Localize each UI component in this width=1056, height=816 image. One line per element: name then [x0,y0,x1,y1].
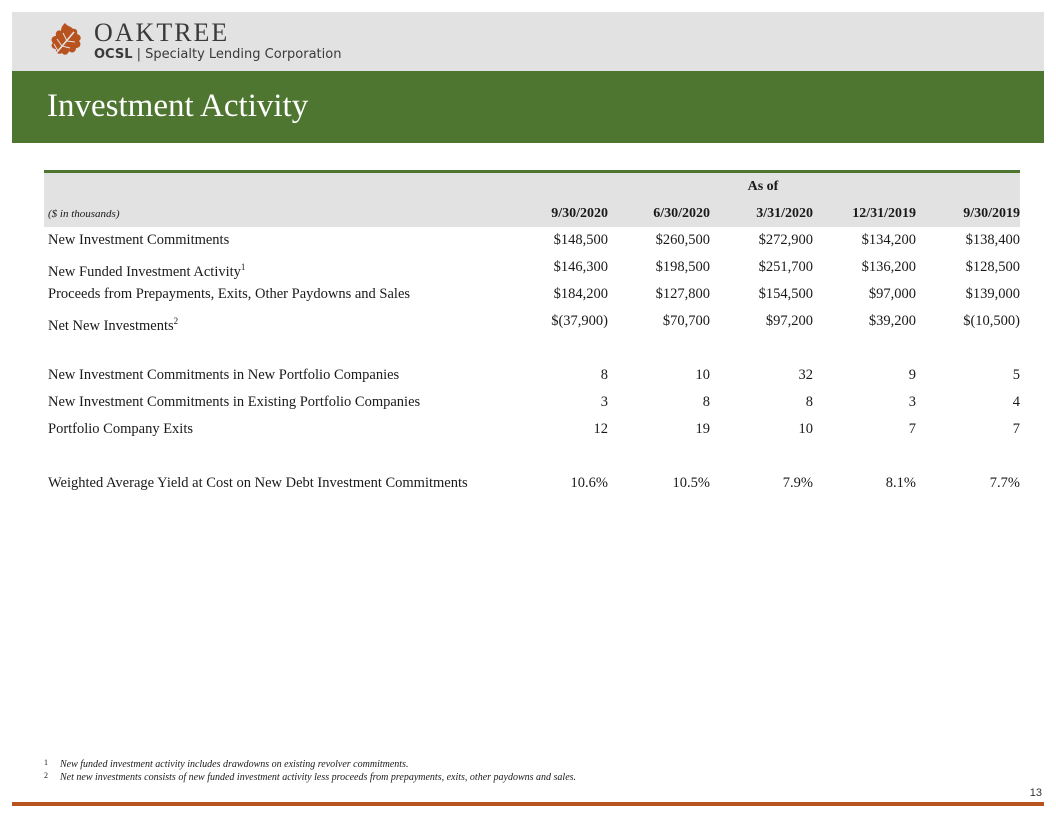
table-cell: $97,200 [765,313,813,329]
table-row: Weighted Average Yield at Cost on New De… [44,470,1020,497]
table-cell: 8 [805,394,813,410]
column-header: 12/31/2019 [852,206,916,221]
table-cell: $139,000 [965,286,1020,302]
investment-activity-table: As of ($ in thousands) 9/30/2020 6/30/20… [44,170,1020,497]
brand-subtitle: OCSL | Specialty Lending Corporation [94,47,341,63]
table-cell: $251,700 [758,259,813,275]
table-row: New Investment Commitments $148,500 $260… [44,227,1020,254]
brand-ticker: OCSL [94,47,133,62]
table-cell: $184,200 [553,286,608,302]
table-cell: $198,500 [655,259,710,275]
row-label: New Investment Commitments in Existing P… [48,389,420,416]
as-of-header: As of [506,173,1020,200]
table-cell: 10.6% [570,475,608,491]
table-cell: $148,500 [553,232,608,248]
table-cell: $138,400 [965,232,1020,248]
table-cell: 5 [1012,367,1020,383]
footnote-marker: 1 [44,758,48,767]
footnote: 2 Net new investments consists of new fun… [44,771,576,784]
table-cell: 3 [600,394,608,410]
column-header: 6/30/2020 [653,206,710,221]
row-label-text: New Funded Investment Activity [48,263,241,280]
table-row: Net New Investments2 $(37,900) $70,700 $… [44,308,1020,335]
table-cell: $127,800 [655,286,710,302]
page-number: 13 [1029,787,1042,799]
table-row: Portfolio Company Exits 12 19 10 7 7 [44,416,1020,443]
table-cell: 8.1% [885,475,916,491]
row-label-text: Portfolio Company Exits [48,421,193,437]
table-cell: $146,300 [553,259,608,275]
table-cell: 8 [600,367,608,383]
footnote-ref: 2 [173,316,179,326]
footnotes: 1 New funded investment activity includes… [44,758,576,784]
table-cell: $(37,900) [551,313,608,329]
row-label: Net New Investments2 [48,308,178,340]
table-cell: 4 [1012,394,1020,410]
row-label: Weighted Average Yield at Cost on New De… [48,470,468,497]
footnote: 1 New funded investment activity includes… [44,758,576,771]
row-label: New Investment Commitments [48,227,229,254]
column-header: 3/31/2020 [756,206,813,221]
units-label: ($ in thousands) [48,208,120,220]
table-row: Proceeds from Prepayments, Exits, Other … [44,281,1020,308]
table-cell: 19 [695,421,711,437]
table-row: New Investment Commitments in Existing P… [44,389,1020,416]
row-spacer [44,443,1020,470]
column-header: 9/30/2019 [963,206,1020,221]
table-cell: 7 [908,421,916,437]
row-label-text: New Investment Commitments in New Portfo… [48,367,400,383]
table-row: New Funded Investment Activity1 $146,300… [44,254,1020,281]
brand-company: Specialty Lending Corporation [145,47,342,62]
row-spacer [44,335,1020,362]
bottom-rule [12,802,1044,806]
table-cell: 10 [695,367,711,383]
table-cell: $154,500 [758,286,813,302]
table-cell: 8 [702,394,710,410]
table-cell: 7 [1012,421,1020,437]
oak-leaf-logo-icon [51,23,81,59]
table-cell: 10.5% [672,475,710,491]
table-cell: $97,000 [868,286,916,302]
row-label-text: New Investment Commitments in Existing P… [48,394,421,410]
table-header-group: As of [44,173,1020,200]
table-cell: 32 [798,367,814,383]
page-title: Investment Activity [47,88,309,124]
table-cell: 12 [593,421,609,437]
footnote-text: New funded investment activity includes … [60,759,409,770]
table-cell: $(10,500) [963,313,1020,329]
table-cell: $70,700 [662,313,710,329]
table-cell: $136,200 [861,259,916,275]
table-cell: 3 [908,394,916,410]
row-label-text: Proceeds from Prepayments, Exits, Other … [48,286,411,302]
footnote-ref: 1 [240,262,246,272]
row-label: New Investment Commitments in New Portfo… [48,362,399,389]
table-cell: $128,500 [965,259,1020,275]
row-label-text: Weighted Average Yield at Cost on New De… [48,475,468,491]
table-cell: $260,500 [655,232,710,248]
table-cell: $272,900 [758,232,813,248]
table-cell: 9 [908,367,916,383]
row-label-text: New Investment Commitments [48,232,230,248]
row-label: Proceeds from Prepayments, Exits, Other … [48,281,410,308]
column-header: 9/30/2020 [551,206,608,221]
table-cell: 10 [798,421,814,437]
table-header-row: ($ in thousands) 9/30/2020 6/30/2020 3/3… [44,199,1020,227]
footnote-marker: 2 [44,771,48,780]
table-cell: $39,200 [868,313,916,329]
footnote-text: Net new investments consists of new fund… [60,772,577,783]
row-label: Portfolio Company Exits [48,416,193,443]
row-label-text: Net New Investments [48,317,174,334]
brand-separator: | [136,47,142,62]
table-row: New Investment Commitments in New Portfo… [44,362,1020,389]
brand-name: OAKTREE [94,18,230,47]
table-cell: 7.7% [989,475,1020,491]
table-cell: 7.9% [782,475,813,491]
table-cell: $134,200 [861,232,916,248]
